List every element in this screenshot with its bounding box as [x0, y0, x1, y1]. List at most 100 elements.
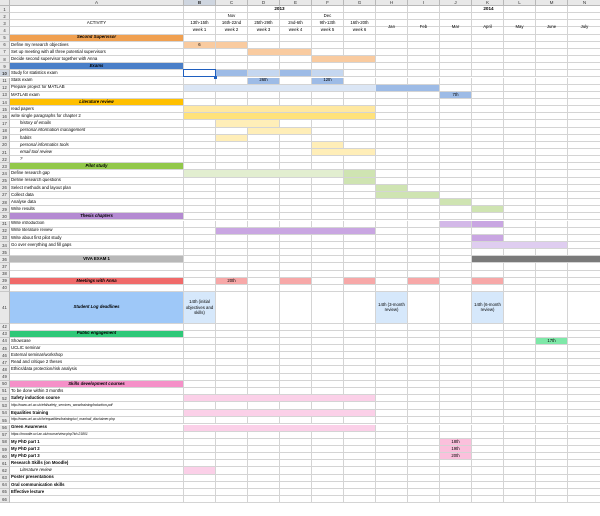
cell[interactable]	[248, 277, 280, 285]
activity-cell[interactable]: Equalities training	[10, 409, 184, 417]
cell[interactable]	[344, 481, 376, 489]
cell[interactable]	[504, 156, 536, 164]
cell[interactable]	[408, 330, 440, 338]
cell[interactable]	[344, 380, 376, 388]
activity-cell[interactable]: Study for statistics exam	[10, 70, 184, 78]
cell[interactable]	[536, 163, 568, 171]
cell[interactable]	[536, 488, 568, 496]
cell[interactable]	[504, 213, 536, 221]
cell[interactable]	[280, 366, 312, 374]
cell[interactable]	[312, 352, 344, 360]
cell[interactable]	[568, 120, 600, 128]
cell[interactable]	[536, 474, 568, 482]
gantt-bar[interactable]	[184, 113, 376, 121]
activity-cell[interactable]: personal information management	[10, 127, 184, 135]
activity-cell[interactable]: Write about first pilot study	[10, 234, 184, 242]
gantt-bar[interactable]	[312, 149, 376, 157]
cell[interactable]	[312, 34, 344, 42]
cell[interactable]	[248, 234, 280, 242]
cell[interactable]	[504, 284, 536, 292]
section-header[interactable]: Student Log deadlines	[10, 292, 184, 324]
cell[interactable]	[440, 149, 472, 157]
cell[interactable]	[248, 149, 280, 157]
cell[interactable]	[536, 213, 568, 221]
cell[interactable]	[504, 387, 536, 395]
activity-cell[interactable]: To be done within 3 months	[10, 387, 184, 395]
cell[interactable]	[248, 330, 280, 338]
cell[interactable]	[216, 380, 248, 388]
cell[interactable]	[408, 445, 440, 454]
cell[interactable]	[312, 184, 344, 192]
cell[interactable]	[312, 438, 344, 446]
cell[interactable]	[376, 270, 408, 278]
cell[interactable]	[472, 337, 504, 345]
cell[interactable]	[472, 402, 504, 410]
cell[interactable]	[408, 34, 440, 42]
cell[interactable]	[568, 460, 600, 468]
cell[interactable]	[280, 34, 312, 42]
cell[interactable]	[536, 113, 568, 121]
cell[interactable]	[504, 106, 536, 114]
cell[interactable]	[472, 481, 504, 489]
cell[interactable]	[184, 249, 216, 257]
cell[interactable]	[408, 337, 440, 345]
cell[interactable]	[216, 156, 248, 164]
cell[interactable]	[568, 410, 600, 417]
cell[interactable]	[184, 206, 216, 214]
cell[interactable]	[248, 380, 280, 388]
cell[interactable]	[472, 249, 504, 257]
cell[interactable]	[248, 56, 280, 64]
cell[interactable]	[408, 453, 440, 461]
cell[interactable]	[504, 41, 536, 49]
cell[interactable]	[184, 431, 216, 439]
cell[interactable]	[568, 63, 600, 71]
cell[interactable]	[280, 488, 312, 496]
cell[interactable]	[440, 380, 472, 388]
activity-cell[interactable]: My PhD part 1	[10, 438, 184, 446]
gantt-bar[interactable]	[344, 170, 376, 178]
section-header[interactable]: Thesis chapters	[10, 213, 184, 221]
cell[interactable]	[280, 91, 312, 99]
cell[interactable]	[184, 402, 216, 410]
cell[interactable]	[536, 177, 568, 185]
cell[interactable]	[504, 330, 536, 338]
cell[interactable]	[504, 409, 536, 417]
activity-cell[interactable]: My PhD part 3	[10, 453, 184, 461]
cell[interactable]	[184, 184, 216, 192]
cell[interactable]	[216, 241, 248, 250]
gantt-bar[interactable]	[184, 106, 376, 114]
activity-cell[interactable]: read papers	[10, 106, 184, 114]
cell[interactable]	[504, 56, 536, 64]
cell[interactable]	[216, 352, 248, 360]
cell[interactable]	[312, 91, 344, 99]
cell[interactable]	[376, 170, 408, 178]
cell[interactable]	[344, 256, 376, 264]
cell[interactable]	[536, 323, 568, 331]
cell[interactable]	[568, 149, 600, 157]
cell[interactable]	[184, 344, 216, 353]
cell[interactable]	[440, 481, 472, 489]
row-header-62[interactable]: 62	[0, 467, 10, 475]
row-header-6[interactable]: 6	[0, 41, 10, 49]
row-header-24[interactable]: 24	[0, 170, 10, 178]
cell[interactable]	[568, 482, 600, 489]
cell[interactable]	[568, 163, 600, 171]
cell[interactable]	[536, 127, 568, 135]
row-header-51[interactable]: 51	[0, 387, 10, 395]
cell[interactable]	[248, 488, 280, 496]
gantt-bar[interactable]: 14th (initial objectives and skills)	[184, 292, 216, 324]
cell[interactable]	[568, 453, 600, 461]
cell[interactable]	[536, 234, 568, 242]
activity-cell[interactable]: Go over everything and fill gaps	[10, 241, 184, 250]
cell[interactable]	[344, 220, 376, 228]
cell[interactable]	[408, 56, 440, 64]
cell[interactable]	[248, 206, 280, 214]
cell[interactable]	[280, 191, 312, 200]
activity-cell[interactable]: write single paragraphs for chapter 2	[10, 113, 184, 121]
cell[interactable]	[568, 278, 600, 285]
cell[interactable]	[440, 120, 472, 128]
cell[interactable]	[536, 366, 568, 374]
cell[interactable]	[504, 220, 536, 228]
cell[interactable]	[568, 292, 600, 324]
cell[interactable]	[536, 170, 568, 178]
